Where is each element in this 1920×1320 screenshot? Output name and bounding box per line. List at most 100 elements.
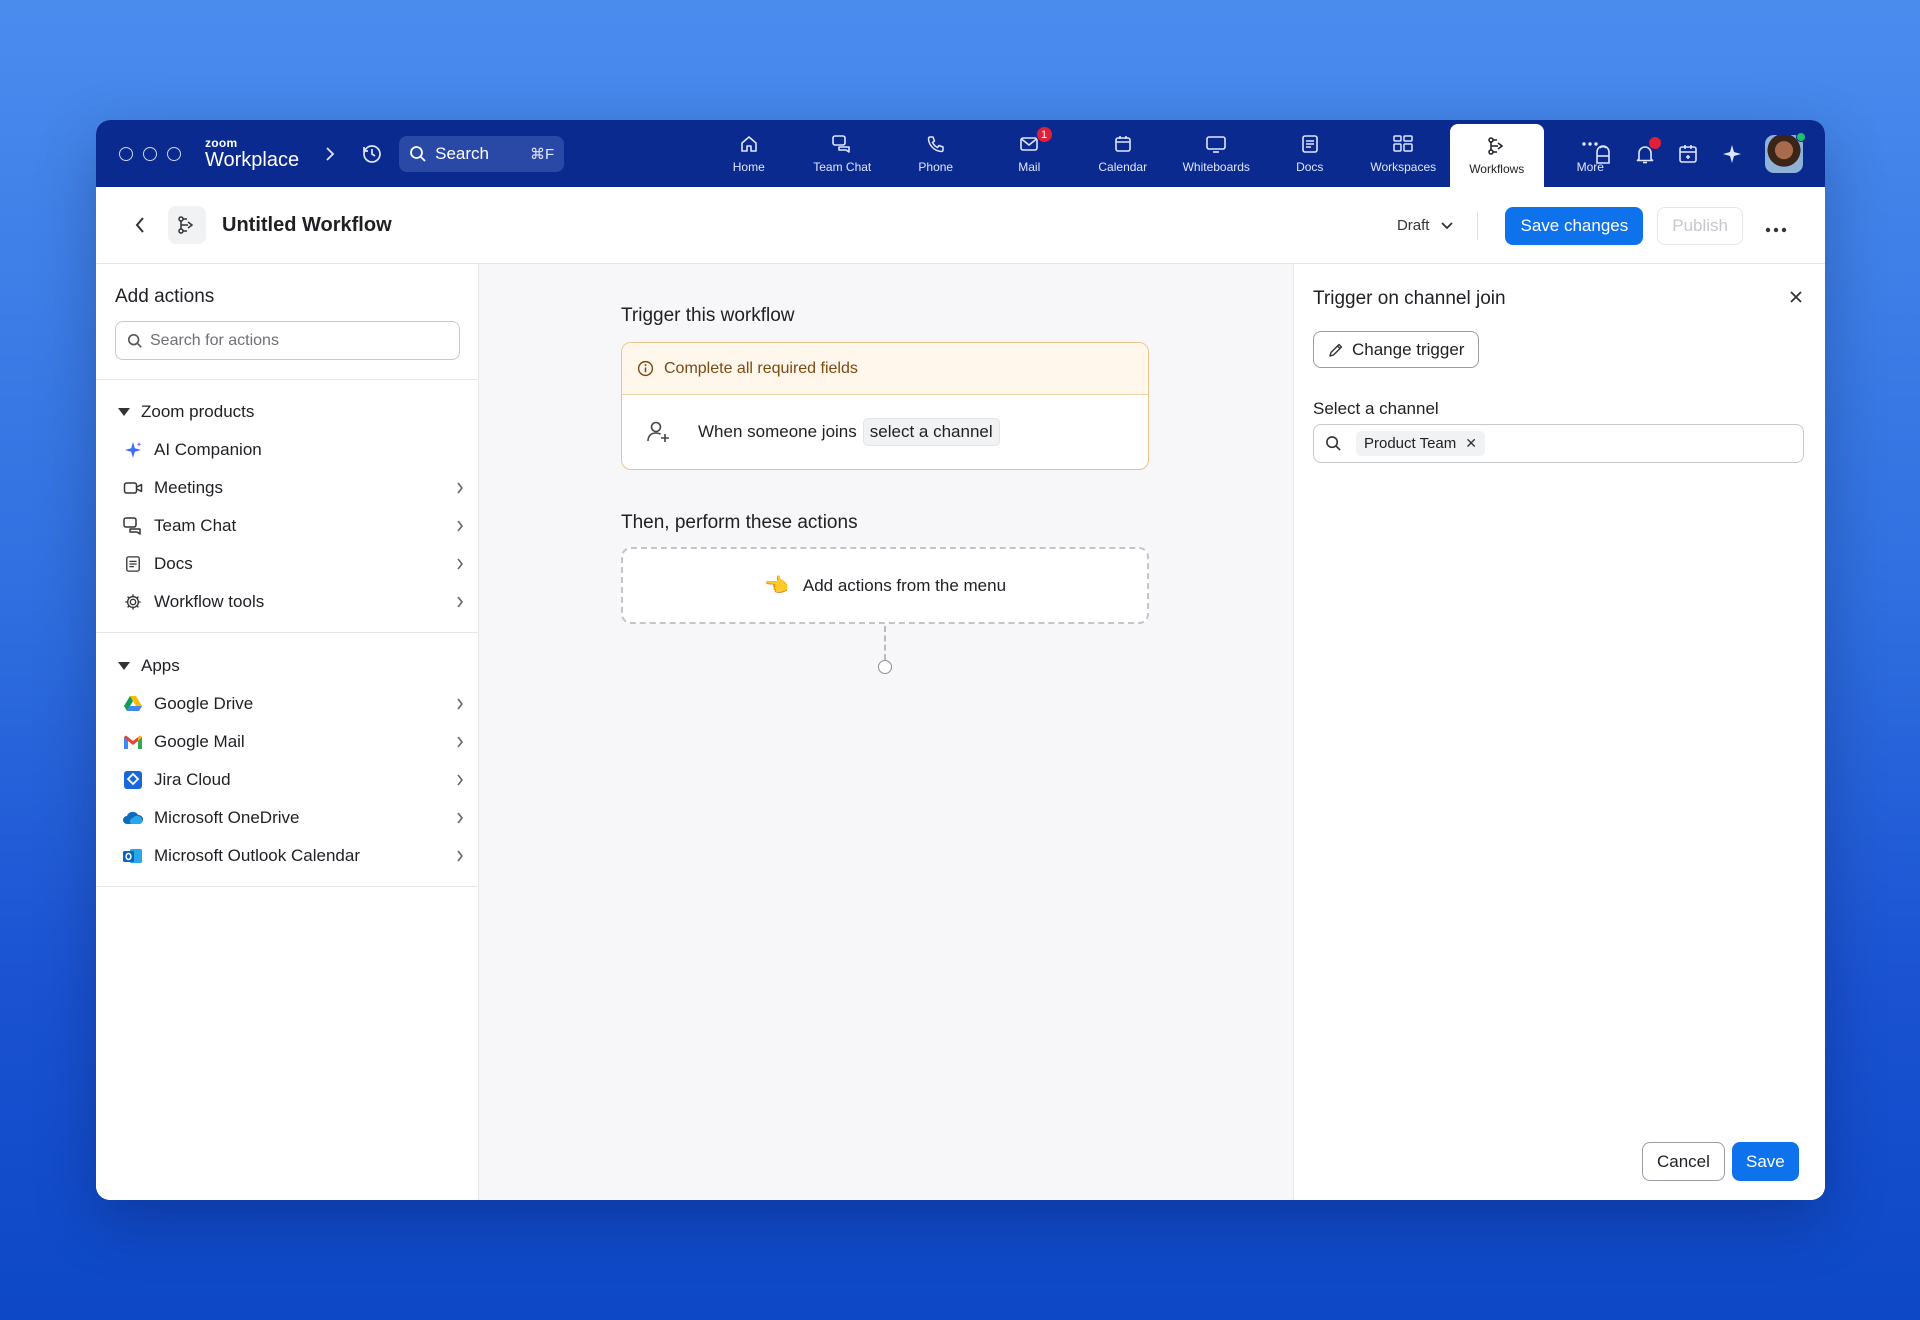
nav-calendar-label: Calendar: [1098, 159, 1148, 174]
required-fields-warning: Complete all required fields: [622, 343, 1148, 395]
nav-workspaces[interactable]: Workspaces: [1357, 120, 1451, 187]
ai-companion-icon: [122, 439, 144, 461]
actions-search-input[interactable]: [150, 331, 430, 350]
nav-docs[interactable]: Docs: [1263, 120, 1357, 187]
select-channel-label: Select a channel: [1313, 399, 1439, 418]
ai-sparkle-icon[interactable]: [1721, 143, 1743, 165]
section-title: Zoom products: [141, 402, 255, 421]
nav-home[interactable]: Home: [702, 120, 796, 187]
history-icon[interactable]: [361, 143, 383, 165]
action-label: Google Mail: [154, 732, 245, 751]
caret-down-icon: [118, 408, 130, 416]
nav-workflows[interactable]: Workflows: [1450, 124, 1544, 187]
channel-select[interactable]: Product Team ✕: [1313, 424, 1804, 463]
close-icon[interactable]: [1789, 290, 1803, 304]
back-button[interactable]: [134, 216, 146, 234]
chevron-right-icon: [456, 520, 464, 532]
notification-dot: [1649, 136, 1661, 149]
divider: [96, 632, 479, 633]
action-docs[interactable]: Docs: [122, 548, 464, 580]
trigger-config-panel: Trigger on channel join Change trigger S…: [1293, 264, 1825, 1200]
chevron-right-icon: [456, 774, 464, 786]
action-workflow-tools[interactable]: Workflow tools: [122, 586, 464, 618]
nav-workspaces-label: Workspaces: [1370, 159, 1437, 174]
chevron-right-icon: [456, 596, 464, 608]
remove-tag-icon[interactable]: ✕: [1465, 435, 1477, 452]
chevron-right-icon: [456, 482, 464, 494]
trigger-row: When someone joins select a channel: [622, 395, 1148, 469]
chevron-left-icon: [135, 217, 144, 233]
save-changes-button[interactable]: Save changes: [1505, 206, 1644, 245]
flow-end-node[interactable]: [878, 660, 892, 674]
action-microsoft-onedrive[interactable]: Microsoft OneDrive: [122, 802, 464, 834]
nav-calendar[interactable]: Calendar: [1076, 120, 1170, 187]
action-label: Jira Cloud: [154, 770, 231, 789]
minimize-window-button[interactable]: [143, 146, 157, 161]
chevron-right-icon: [456, 812, 464, 824]
nav-team-chat[interactable]: Team Chat: [796, 120, 890, 187]
person-add-icon: [646, 420, 672, 444]
action-ai-companion[interactable]: AI Companion: [122, 434, 464, 466]
app-window: zoom Workplace Search ⌘F Home Team Chat: [96, 120, 1825, 1200]
user-avatar[interactable]: [1765, 131, 1806, 173]
nav-phone[interactable]: Phone: [889, 120, 983, 187]
nav-phone-label: Phone: [918, 159, 954, 174]
calendar-schedule-icon[interactable]: [1677, 143, 1699, 165]
online-status-dot: [1796, 131, 1806, 142]
bell-icon[interactable]: [1635, 136, 1661, 165]
docs-icon: [122, 553, 144, 575]
publish-button[interactable]: Publish: [1657, 206, 1743, 245]
top-bar: zoom Workplace Search ⌘F Home Team Chat: [96, 120, 1825, 187]
cancel-button[interactable]: Cancel: [1642, 1142, 1725, 1181]
status-dropdown[interactable]: Draft: [1389, 211, 1462, 240]
search-icon: [127, 333, 142, 348]
select-channel-chip[interactable]: select a channel: [862, 418, 1000, 446]
divider: [96, 886, 479, 887]
action-jira-cloud[interactable]: Jira Cloud: [122, 764, 464, 796]
nav-whiteboards[interactable]: Whiteboards: [1170, 120, 1264, 187]
change-trigger-label: Change trigger: [1352, 339, 1465, 359]
global-search-button[interactable]: Search ⌘F: [399, 135, 565, 172]
action-meetings[interactable]: Meetings: [122, 472, 464, 504]
action-team-chat[interactable]: Team Chat: [122, 510, 464, 542]
action-google-drive[interactable]: Google Drive: [122, 688, 464, 720]
add-actions-panel: Add actions Zoom products AI Companion M…: [96, 264, 479, 1200]
section-zoom-products[interactable]: Zoom products: [118, 402, 254, 422]
more-options-icon[interactable]: [1765, 213, 1787, 239]
divider: [96, 379, 479, 380]
search-label: Search: [435, 143, 489, 163]
gmail-icon: [122, 731, 144, 753]
video-camera-icon: [122, 477, 144, 499]
jira-icon: [122, 769, 144, 791]
action-google-mail[interactable]: Google Mail: [122, 726, 464, 758]
panel-title: Trigger on channel join: [1313, 288, 1506, 309]
nav-whiteboards-label: Whiteboards: [1182, 159, 1250, 174]
caret-down-icon: [118, 662, 130, 670]
forward-chevron-icon[interactable]: [325, 146, 335, 161]
trigger-text: When someone joins: [698, 422, 857, 441]
chevron-right-icon: [456, 558, 464, 570]
zoom-window-button[interactable]: [167, 146, 181, 161]
add-actions-dropzone[interactable]: 👈 Add actions from the menu: [621, 547, 1149, 624]
status-label: Draft: [1396, 217, 1430, 234]
chevron-right-icon: [456, 736, 464, 748]
room-icon[interactable]: [1593, 143, 1613, 165]
action-microsoft-outlook-calendar[interactable]: Microsoft Outlook Calendar: [122, 840, 464, 872]
warning-text: Complete all required fields: [664, 359, 858, 377]
action-label: Meetings: [154, 478, 223, 497]
section-apps[interactable]: Apps: [118, 656, 180, 676]
page-title: Untitled Workflow: [222, 213, 392, 236]
outlook-icon: [122, 845, 144, 867]
chevron-down-icon: [1441, 221, 1454, 229]
pointing-hand-icon: 👈: [763, 575, 789, 597]
selected-channel-tag: Product Team ✕: [1356, 431, 1486, 456]
change-trigger-button[interactable]: Change trigger: [1313, 331, 1480, 368]
home-icon: [740, 135, 757, 152]
zoom-workplace-logo: zoom Workplace: [205, 137, 299, 170]
close-window-button[interactable]: [119, 146, 133, 161]
workflow-badge-icon: [168, 206, 206, 244]
save-button[interactable]: Save: [1732, 1142, 1799, 1181]
trigger-card[interactable]: Complete all required fields When someon…: [621, 342, 1149, 470]
nav-mail[interactable]: 1 Mail: [983, 120, 1077, 187]
actions-heading: Then, perform these actions: [621, 512, 858, 533]
